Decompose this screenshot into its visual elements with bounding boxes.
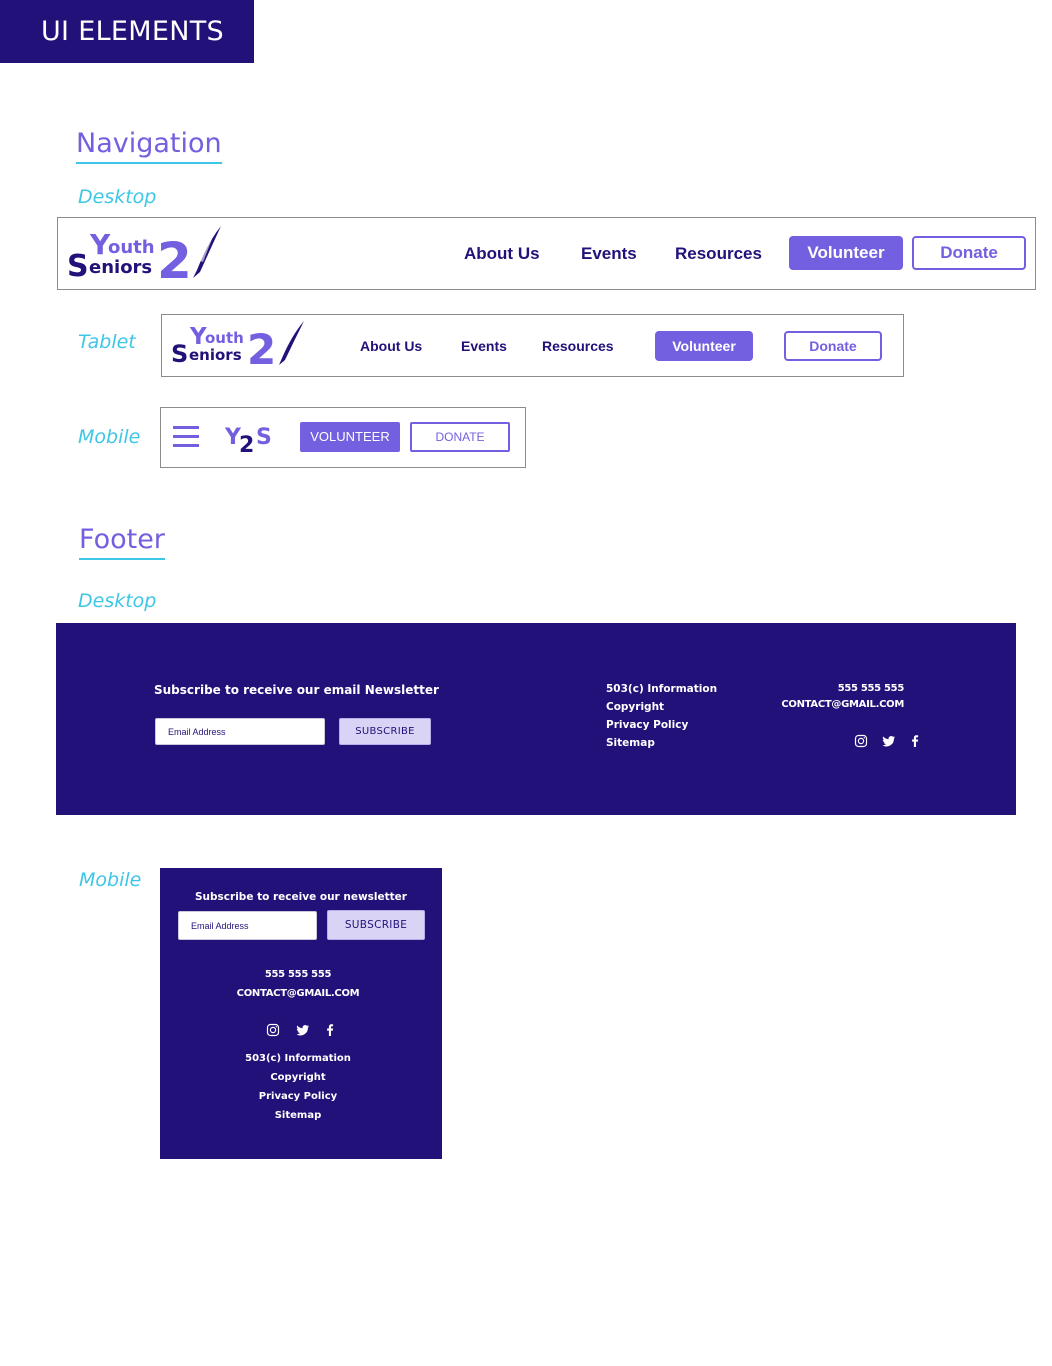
instagram-icon[interactable] [266,1023,280,1037]
email-input[interactable] [155,718,325,745]
logo-short-s: S [256,425,272,450]
subscribe-button[interactable]: SUBSCRIBE [327,910,425,940]
nav-events[interactable]: Events [461,338,507,354]
logo[interactable]: Y outh S eniors 2 [66,224,226,284]
navigation-section-title: Navigation [76,128,222,164]
footer-link-503c[interactable]: 503(c) Information [160,1053,436,1064]
footer-desktop-label: Desktop [78,590,157,612]
newsletter-heading: Subscribe to receive our newsletter [195,891,407,903]
volunteer-button[interactable]: Volunteer [789,236,903,270]
footer-link-sitemap[interactable]: Sitemap [160,1110,436,1121]
logo-brush-icon [193,226,221,278]
mobile-footer: Subscribe to receive our newsletter SUBS… [160,868,442,1159]
footer-link-copyright[interactable]: Copyright [606,701,664,713]
logo-short-two: 2 [239,433,254,454]
nav-desktop-label: Desktop [78,186,157,208]
footer-link-privacy[interactable]: Privacy Policy [606,719,688,731]
footer-email[interactable]: CONTACT@GMAIL.COM [781,699,904,710]
nav-resources[interactable]: Resources [542,338,614,354]
twitter-icon[interactable] [296,1023,310,1037]
email-input[interactable] [178,911,317,940]
footer-phone: 555 555 555 [264,969,332,980]
logo-brush-icon [279,321,304,365]
subscribe-button[interactable]: SUBSCRIBE [339,718,431,745]
logo-seniors: eniors [189,346,242,364]
donate-button[interactable]: Donate [784,331,882,361]
logo-youth: outh [205,329,244,347]
tablet-navbar: Y outh S eniors 2 About Us Events Resour… [161,314,904,377]
logo-seniors: eniors [89,257,152,278]
footer-phone: 555 555 555 [837,683,905,694]
logo-seniors-initial: S [67,249,89,284]
desktop-footer: Subscribe to receive our email Newslette… [56,623,1016,815]
nav-events[interactable]: Events [581,244,637,264]
donate-button[interactable]: Donate [912,236,1026,270]
logo-youth: outh [108,237,155,258]
footer-link-503c[interactable]: 503(c) Information [606,683,717,695]
facebook-icon[interactable] [323,1023,337,1037]
logo[interactable]: Y outh S eniors 2 [170,319,310,373]
newsletter-heading: Subscribe to receive our email Newslette… [154,683,439,697]
twitter-icon[interactable] [882,734,896,748]
volunteer-button[interactable]: Volunteer [655,331,753,361]
nav-tablet-label: Tablet [78,331,136,353]
footer-link-copyright[interactable]: Copyright [160,1072,436,1083]
footer-email[interactable]: CONTACT@GMAIL.COM [160,988,436,999]
footer-section-title: Footer [79,524,165,560]
footer-link-sitemap[interactable]: Sitemap [606,737,655,749]
footer-link-privacy[interactable]: Privacy Policy [160,1091,436,1102]
mobile-volunteer-button[interactable]: VOLUNTEER [300,422,400,452]
logo-seniors-initial: S [171,340,188,368]
logo-short[interactable]: Y 2 S [225,422,277,454]
logo-numeral: 2 [247,325,276,373]
nav-about-us[interactable]: About Us [464,244,540,264]
nav-about-us[interactable]: About Us [360,338,422,354]
instagram-icon[interactable] [854,734,868,748]
footer-mobile-label: Mobile [79,869,142,891]
page-badge: UI ELEMENTS [0,0,254,63]
desktop-navbar: Y outh S eniors 2 About Us Events Resour… [57,217,1036,290]
logo-numeral: 2 [157,232,192,284]
nav-resources[interactable]: Resources [675,244,762,264]
mobile-navbar: Y 2 S VOLUNTEER DONATE [160,407,526,468]
hamburger-menu-icon[interactable] [173,426,199,448]
nav-mobile-label: Mobile [78,426,141,448]
facebook-icon[interactable] [908,734,922,748]
mobile-donate-button[interactable]: DONATE [410,422,510,452]
